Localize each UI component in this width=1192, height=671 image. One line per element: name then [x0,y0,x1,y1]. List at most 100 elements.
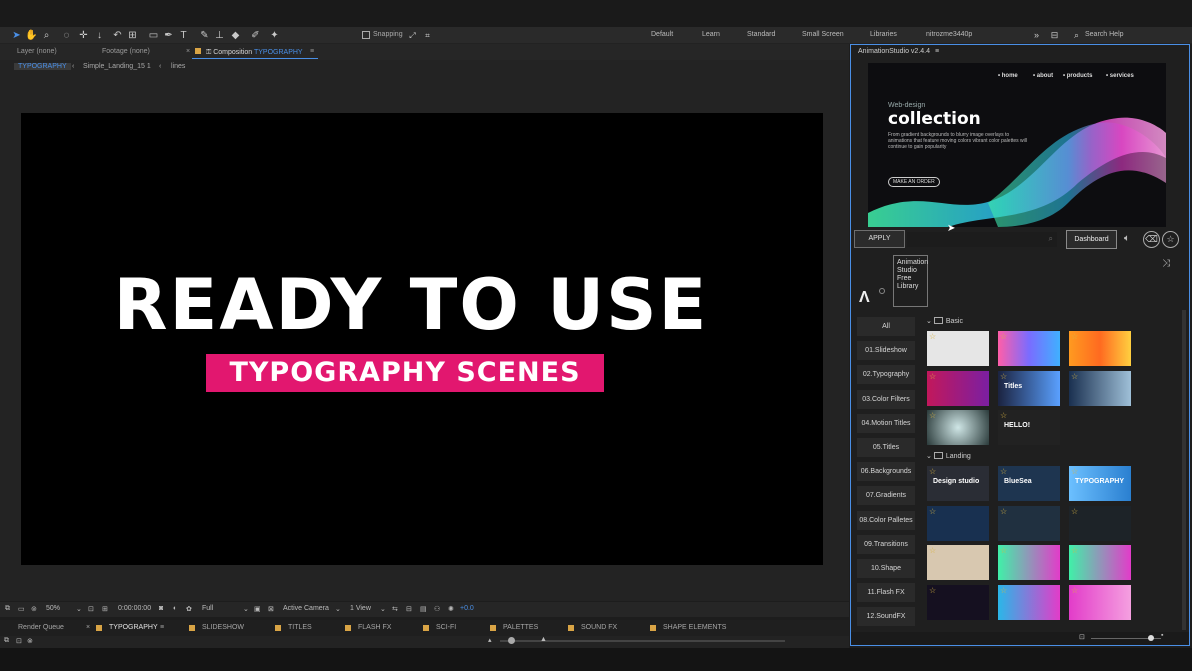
tab-flash-fx[interactable]: FLASH FX [358,624,391,631]
resolution-dropdown-icon[interactable]: ⌄ [243,605,249,613]
category-05-titles[interactable]: 05.Titles [857,438,915,457]
template-thumbnail[interactable]: ☆ [1069,584,1131,620]
template-thumbnail[interactable]: ☆ [927,370,989,406]
grid-icon[interactable]: ⊞ [102,605,108,613]
tab-sound-fx[interactable]: SOUND FX [581,624,617,631]
camera-select[interactable]: Active Camera [283,605,329,612]
category-04-motion-titles[interactable]: 04.Motion Titles [857,413,915,433]
zoom-in-icon[interactable]: ▲ [540,636,547,643]
favorite-star-icon[interactable]: ☆ [1071,332,1078,341]
roto-brush-tool-icon[interactable]: ✐ [249,29,262,42]
favorite-star-icon[interactable]: ☆ [1000,546,1007,555]
breadcrumb-item-typography[interactable]: TYPOGRAPHY [14,63,71,70]
favorite-star-icon[interactable]: ☆ [1071,372,1078,381]
category-11-flash-fx[interactable]: 11.Flash FX [857,583,915,603]
dolly-tool-icon[interactable]: ↓ [93,29,106,42]
trash-icon[interactable]: ⌫ [1143,231,1160,248]
comp-flow-icon[interactable]: ⧉ [4,637,9,645]
search-help-field[interactable]: Search Help [1085,31,1124,38]
category-12-soundfx[interactable]: 12.SoundFX [857,607,915,627]
camera-dropdown-icon[interactable]: ⌄ [335,605,341,613]
favorite-star-icon[interactable]: ☆ [1000,467,1007,476]
workspace-learn[interactable]: Learn [702,31,720,38]
template-thumbnail[interactable]: ☆ [927,505,989,541]
favorite-star-icon[interactable]: ☆ [1071,586,1078,595]
hand-tool-icon[interactable]: ✋ [25,29,38,42]
close-tab-icon[interactable]: × [186,48,190,55]
panel-scrollbar[interactable] [1182,310,1186,630]
always-preview-icon[interactable]: ⧉ [5,605,10,613]
pan-tool-icon[interactable]: ✛ [77,29,90,42]
favorite-star-icon[interactable]: ☆ [1000,586,1007,595]
folder-landing[interactable]: ⌄ Landing [926,452,971,460]
favorite-star-icon[interactable]: ☆ [1000,411,1007,420]
sound-icon[interactable]: 🔈︎ [1124,233,1130,244]
template-thumbnail[interactable]: ☆ [998,331,1060,366]
clone-stamp-tool-icon[interactable]: ⊥ [213,29,226,42]
category-09-transitions[interactable]: 09.Transitions [857,534,915,554]
apply-button[interactable]: APPLY [854,230,905,248]
favorite-star-icon[interactable]: ☆ [1000,372,1007,381]
selection-tool-icon[interactable]: ➤ [10,29,23,42]
template-thumbnail[interactable]: ☆ [927,331,989,366]
library-add-icon[interactable] [879,288,885,294]
favorite-star-icon[interactable]: ☆ [929,546,936,555]
template-thumbnail[interactable]: ☆ Titles [998,370,1060,406]
favorite-star-icon[interactable]: ☆ [1000,332,1007,341]
favorite-star-icon[interactable]: ☆ [1000,507,1007,516]
favorite-star-icon[interactable]: ☆ [929,507,936,516]
template-thumbnail[interactable]: ☆ TYPOGRAPHY [1069,466,1131,501]
template-thumbnail[interactable]: ☆ [1069,505,1131,541]
transparency-grid-icon[interactable]: ⊠ [268,605,274,613]
fast-preview-icon[interactable]: ⊟ [406,605,412,613]
mode-switch-icon[interactable]: ⊗ [27,637,33,645]
timeline-zoom-thumb[interactable] [508,637,515,644]
tab-composition[interactable]: ⚿ Composition TYPOGRAPHY [195,48,303,57]
template-thumbnail[interactable]: ☆ [1069,331,1131,366]
grid-size-icon[interactable]: ⊡ [1079,633,1085,641]
template-thumbnail[interactable]: ☆ [998,584,1060,620]
tab-layer[interactable]: Layer (none) [17,48,57,55]
panel-menu-icon[interactable]: ≡ [310,48,314,55]
template-thumbnail[interactable]: ☆ [998,505,1060,541]
zoom-select[interactable]: 50% [46,605,60,612]
roi-icon[interactable]: ▣ [254,605,261,613]
template-thumbnail[interactable]: ☆ [998,545,1060,580]
snap-edge-icon[interactable]: ⤢ [406,29,419,42]
template-thumbnail[interactable]: ☆ HELLO! [998,410,1060,445]
zoom-out-icon[interactable]: ▴ [488,636,492,644]
timecode[interactable]: 0:00:00:00 [118,605,151,612]
tab-titles[interactable]: TITLES [288,624,312,631]
toggle-pixel-icon[interactable]: ⇆ [392,605,398,613]
template-thumbnail[interactable]: ☆ [927,584,989,620]
panel-menu-icon[interactable]: ≡ [935,48,939,55]
favorite-star-icon[interactable]: ☆ [1071,507,1078,516]
category-all[interactable]: All [857,317,915,336]
template-thumbnail[interactable]: ☆ BlueSea [998,466,1060,501]
workspace-libraries[interactable]: Libraries [870,31,897,38]
category-10-shape-elements[interactable]: 10.Shape Elements [857,559,915,591]
exposure-value[interactable]: +0.0 [460,605,474,612]
layer-switch-icon[interactable]: ⊡ [16,637,22,645]
zoom-dropdown-icon[interactable]: ⌄ [76,605,82,613]
dashboard-button[interactable]: Dashboard [1066,230,1117,249]
thumb-size-knob[interactable] [1148,635,1154,641]
tab-render-queue[interactable]: Render Queue [18,624,64,631]
workspace-menu-icon[interactable]: ⊟ [1048,29,1061,42]
puppet-pin-tool-icon[interactable]: ✦ [268,29,281,42]
favorite-star-icon[interactable]: ☆ [929,411,936,420]
orbit-tool-icon[interactable]: ◌ [60,29,73,42]
monitor-icon[interactable]: ▭ [18,605,25,613]
template-thumbnail[interactable]: ☆ Design studio [927,466,989,501]
workspace-small-screen[interactable]: Small Screen [802,31,844,38]
tab-shape-elements[interactable]: SHAPE ELEMENTS [663,624,726,631]
tab-sci-fi[interactable]: SCI-FI [436,624,456,631]
favorite-star-icon[interactable]: ☆ [929,372,936,381]
category-06-backgrounds[interactable]: 06.Backgrounds [857,462,915,482]
anchor-tool-icon[interactable]: ⊞ [126,29,139,42]
large-grid-icon[interactable]: ▪ [1161,632,1163,639]
type-tool-icon[interactable]: T [177,29,190,42]
snapping-checkbox[interactable] [362,31,370,39]
breadcrumb-item-landing[interactable]: Simple_Landing_15 1 [83,63,151,70]
composition-viewer[interactable]: READY TO USE TYPOGRAPHY SCENES [21,113,823,565]
